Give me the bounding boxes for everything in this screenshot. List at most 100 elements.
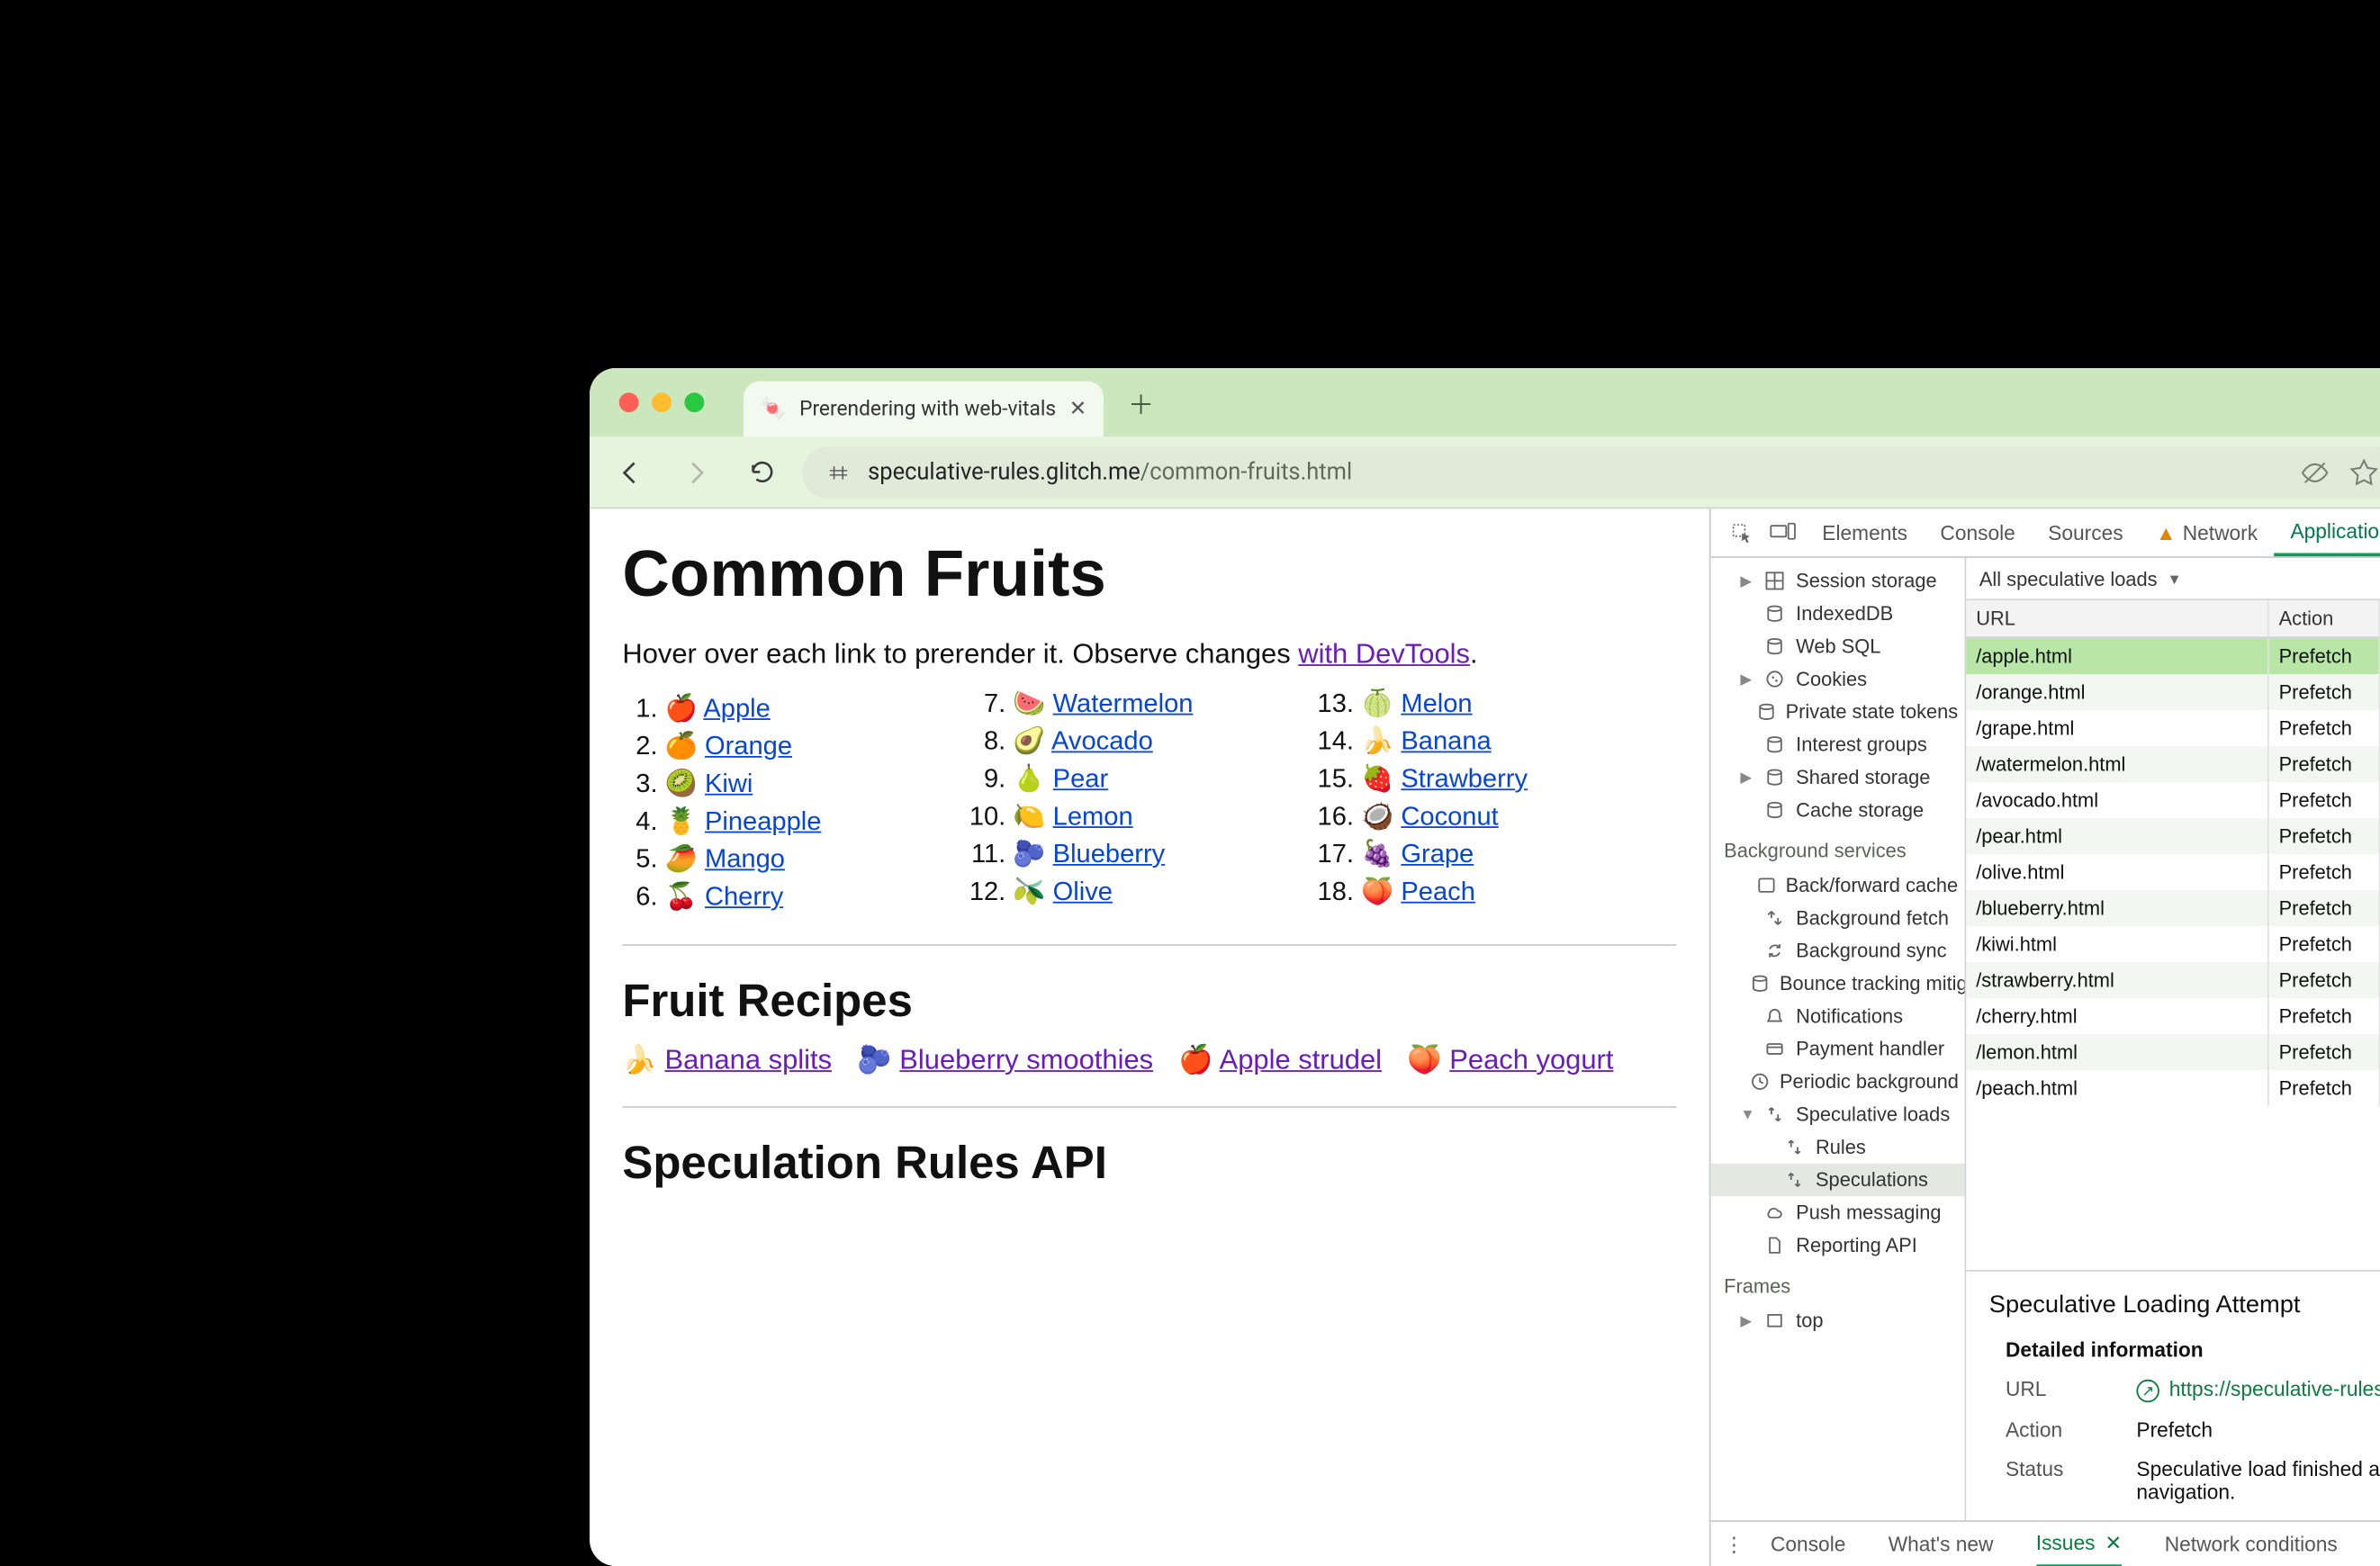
list-item: 🍇 Grape (1361, 838, 1676, 870)
browser-tab[interactable]: 🍬 Prerendering with web-vitals ✕ (744, 382, 1104, 437)
filter-dropdown[interactable]: All speculative loads ▼ (1966, 558, 2380, 600)
sidebar-item[interactable]: IndexedDB (1711, 598, 1965, 630)
table-row[interactable]: /olive.htmlPrefetchcommon-…Not triggered (1966, 854, 2380, 890)
reload-button[interactable] (737, 447, 787, 497)
sidebar-item[interactable]: Interest groups (1711, 728, 1965, 760)
detail-url-link[interactable]: https://speculative-rules.glitch.me/appl… (2169, 1377, 2380, 1400)
table-row[interactable]: /lemon.htmlPrefetchcommon-…Not triggered (1966, 1034, 2380, 1070)
fruit-link[interactable]: Watermelon (1053, 690, 1194, 718)
table-row[interactable]: /orange.htmlPrefetchcommon-…Ready (1966, 674, 2380, 710)
sidebar-item[interactable]: ▶Cookies (1711, 662, 1965, 695)
sidebar-item[interactable]: Cache storage (1711, 794, 1965, 826)
table-row[interactable]: /avocado.htmlPrefetchcommon-…Not trigger… (1966, 782, 2380, 818)
fruit-link[interactable]: Melon (1401, 690, 1472, 718)
sidebar-item[interactable]: ▶Shared storage (1711, 760, 1965, 793)
back-button[interactable] (606, 447, 655, 497)
fruit-link[interactable]: Avocado (1051, 728, 1153, 756)
fruit-link[interactable]: Pear (1053, 766, 1108, 794)
tab-network[interactable]: ▲Network (2140, 508, 2275, 556)
table-row[interactable]: /kiwi.htmlPrefetchcommon-…Not triggered (1966, 926, 2380, 962)
close-window-icon[interactable] (619, 392, 639, 412)
fruit-link[interactable]: Kiwi (705, 770, 753, 798)
sidebar-item[interactable]: Reporting API (1711, 1228, 1965, 1261)
minimize-window-icon[interactable] (652, 392, 672, 412)
sidebar-item[interactable]: Periodic background sync (1711, 1066, 1965, 1098)
tab-sources[interactable]: Sources (2032, 508, 2140, 556)
recipe-link[interactable]: Banana splits (664, 1044, 832, 1076)
table-body[interactable]: /apple.htmlPrefetchcommon-…Ready/orange.… (1966, 638, 2380, 1269)
table-row[interactable]: /apple.htmlPrefetchcommon-…Ready (1966, 638, 2380, 674)
tab-elements[interactable]: Elements (1806, 508, 1924, 556)
fruit-link[interactable]: Olive (1053, 878, 1113, 906)
fruit-link[interactable]: Coconut (1401, 804, 1498, 832)
table-row[interactable]: /strawberry.htmlPrefetchcommon-…Not trig… (1966, 962, 2380, 998)
sidebar-item[interactable]: Push messaging (1711, 1196, 1965, 1228)
sidebar-item[interactable]: Background sync (1711, 934, 1965, 967)
bell-icon (1763, 1006, 1786, 1026)
col-url[interactable]: URL (1966, 600, 2268, 636)
table-row[interactable]: /peach.htmlPrefetchcommon-…Not triggered (1966, 1070, 2380, 1106)
site-info-icon[interactable] (825, 459, 852, 485)
page-viewport[interactable]: Common Fruits Hover over each link to pr… (590, 508, 1709, 1566)
drawer-network-conditions[interactable]: Network conditions (2165, 1533, 2338, 1555)
devtools-link[interactable]: with DevTools (1298, 638, 1470, 670)
table-row[interactable]: /watermelon.htmlPrefetchcommon-…Not trig… (1966, 746, 2380, 782)
sidebar-item[interactable]: Back/forward cache (1711, 868, 1965, 901)
list-item: 🍒 Cherry (665, 880, 980, 913)
drawer-console[interactable]: Console (1771, 1533, 1845, 1555)
fruit-emoji-icon: 🥝 (665, 768, 698, 800)
tab-application[interactable]: Application (2274, 508, 2380, 556)
application-sidebar[interactable]: ▶Session storageIndexedDBWeb SQL▶Cookies… (1711, 558, 1967, 1520)
drawer-kebab-icon[interactable]: ⋮ (1724, 1532, 1744, 1556)
fruit-link[interactable]: Banana (1401, 728, 1491, 756)
cell-action: Prefetch (2269, 638, 2380, 674)
sidebar-item[interactable]: Speculations (1711, 1164, 1965, 1196)
fruit-link[interactable]: Pineapple (705, 808, 821, 836)
drawer-whatsnew[interactable]: What's new (1889, 1533, 1994, 1555)
recipe-link[interactable]: Peach yogurt (1449, 1044, 1613, 1076)
table-row[interactable]: /pear.htmlPrefetchcommon-…Not triggered (1966, 818, 2380, 854)
cell-action: Prefetch (2269, 746, 2380, 782)
sidebar-item[interactable]: Bounce tracking mitigations (1711, 968, 1965, 1000)
col-action[interactable]: Action (2269, 600, 2380, 636)
forward-button[interactable] (672, 447, 721, 497)
sidebar-item[interactable]: ▶Session storage (1711, 564, 1965, 597)
recipe-link[interactable]: Blueberry smoothies (899, 1044, 1153, 1076)
fruit-link[interactable]: Blueberry (1053, 842, 1166, 869)
device-icon[interactable] (1770, 521, 1796, 544)
sidebar-item[interactable]: Rules (1711, 1130, 1965, 1163)
sidebar-item[interactable]: Web SQL (1711, 630, 1965, 662)
recipe-link[interactable]: Apple strudel (1220, 1044, 1382, 1076)
fruit-link[interactable]: Lemon (1053, 804, 1133, 832)
maximize-window-icon[interactable] (684, 392, 704, 412)
fruit-link[interactable]: Cherry (705, 884, 783, 912)
address-bar[interactable]: speculative-rules.glitch.me/common-fruit… (802, 446, 2380, 498)
cell-action: Prefetch (2269, 854, 2380, 890)
spec-icon (1783, 1138, 1806, 1157)
new-tab-button[interactable]: ＋ (1120, 382, 1162, 424)
sidebar-item[interactable]: ▶top (1711, 1304, 1965, 1336)
fruit-link[interactable]: Strawberry (1401, 766, 1528, 794)
fruit-link[interactable]: Grape (1401, 842, 1474, 869)
close-icon[interactable]: ✕ (2105, 1530, 2122, 1554)
inspect-icon[interactable] (1730, 521, 1753, 544)
fruit-link[interactable]: Apple (703, 696, 770, 724)
table-row[interactable]: /grape.htmlPrefetchcommon-…Not triggered (1966, 710, 2380, 746)
fruit-link[interactable]: Peach (1401, 878, 1475, 906)
sidebar-item[interactable]: ▼Speculative loads (1711, 1098, 1965, 1130)
fruit-link[interactable]: Orange (705, 734, 792, 761)
tab-close-icon[interactable]: ✕ (1069, 397, 1087, 421)
table-row[interactable]: /blueberry.htmlPrefetchcommon-…Not trigg… (1966, 890, 2380, 926)
fruit-emoji-icon: 🍎 (665, 692, 698, 724)
drawer-issues[interactable]: Issues✕ (2036, 1521, 2123, 1566)
sidebar-item[interactable]: Payment handler (1711, 1032, 1965, 1065)
sidebar-item[interactable]: Background fetch (1711, 902, 1965, 934)
url-text: speculative-rules.glitch.me/common-fruit… (868, 459, 1352, 485)
sidebar-item[interactable]: Notifications (1711, 1000, 1965, 1032)
tab-console[interactable]: Console (1924, 508, 2032, 556)
eye-off-icon[interactable] (2300, 457, 2330, 487)
table-row[interactable]: /cherry.htmlPrefetchcommon-…Not triggere… (1966, 998, 2380, 1034)
bookmark-star-icon[interactable] (2349, 457, 2379, 487)
fruit-link[interactable]: Mango (705, 846, 785, 874)
sidebar-item[interactable]: Private state tokens (1711, 696, 1965, 728)
